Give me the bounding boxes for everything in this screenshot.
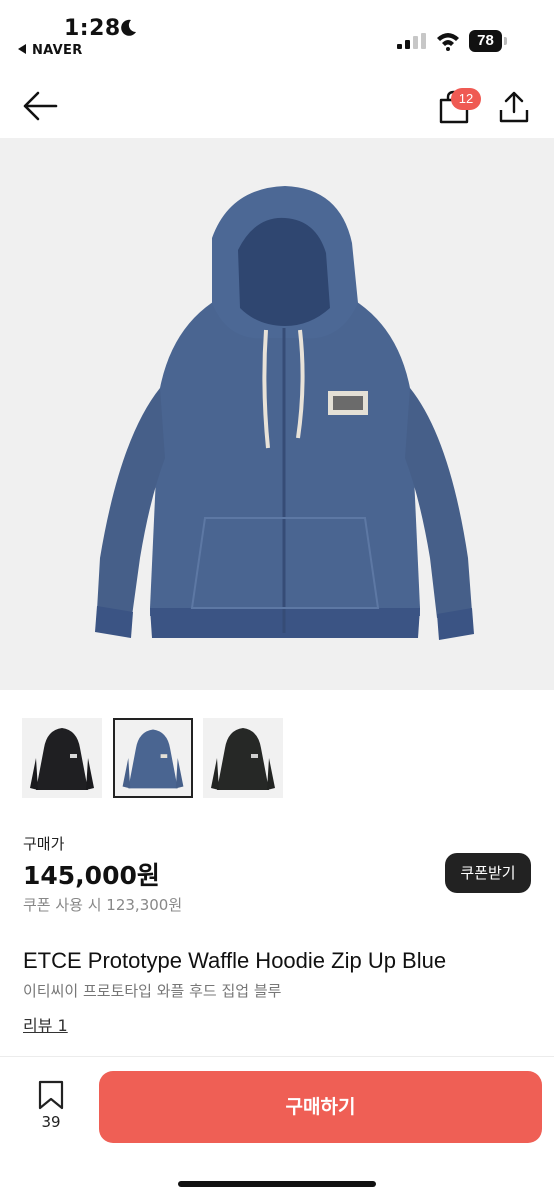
nav-bar: 12 — [0, 64, 554, 138]
product-hero-image[interactable] — [0, 138, 554, 690]
back-to-app-link[interactable]: NAVER — [18, 43, 83, 58]
battery-indicator: 78 — [469, 30, 509, 52]
share-icon[interactable] — [498, 90, 530, 124]
battery-level: 78 — [469, 30, 502, 52]
thumbnail-charcoal-image — [211, 728, 275, 790]
cellular-signal-icon — [397, 33, 426, 49]
back-triangle-icon — [18, 44, 26, 54]
bookmark-count: 39 — [41, 1113, 61, 1131]
get-coupon-button[interactable]: 쿠폰받기 — [445, 853, 531, 893]
status-bar: 1:28 NAVER 78 — [0, 0, 554, 64]
thumbnail-black-image — [30, 728, 94, 790]
thumbnail-blue-hoodie[interactable] — [113, 718, 193, 798]
bookmark-button[interactable]: 39 — [34, 1080, 68, 1140]
status-time: 1:28 — [64, 16, 121, 41]
divider — [0, 1056, 554, 1057]
price-amount: 145,000원 — [23, 861, 160, 890]
product-title-korean: 이티씨이 프로토타입 와플 후드 집업 블루 — [23, 982, 282, 1000]
back-arrow-icon[interactable] — [22, 90, 58, 122]
thumbnail-blue-image — [122, 729, 184, 789]
battery-cap — [504, 37, 507, 45]
cart-count-badge: 12 — [451, 88, 481, 110]
moon-icon — [121, 19, 136, 36]
reviews-link[interactable]: 리뷰 1 — [23, 1012, 68, 1036]
bookmark-icon — [38, 1080, 64, 1110]
wifi-icon — [437, 33, 459, 51]
product-title: ETCE Prototype Waffle Hoodie Zip Up Blue — [23, 948, 447, 973]
thumbnail-charcoal-hoodie[interactable] — [203, 718, 283, 798]
coupon-price: 쿠폰 사용 시 123,300원 — [23, 896, 183, 914]
back-app-label: NAVER — [32, 43, 83, 58]
thumbnail-black-hoodie[interactable] — [22, 718, 102, 798]
price-label: 구매가 — [23, 835, 65, 853]
home-indicator — [178, 1181, 376, 1187]
hoodie-illustration — [95, 186, 474, 640]
buy-button[interactable]: 구매하기 — [99, 1071, 542, 1143]
